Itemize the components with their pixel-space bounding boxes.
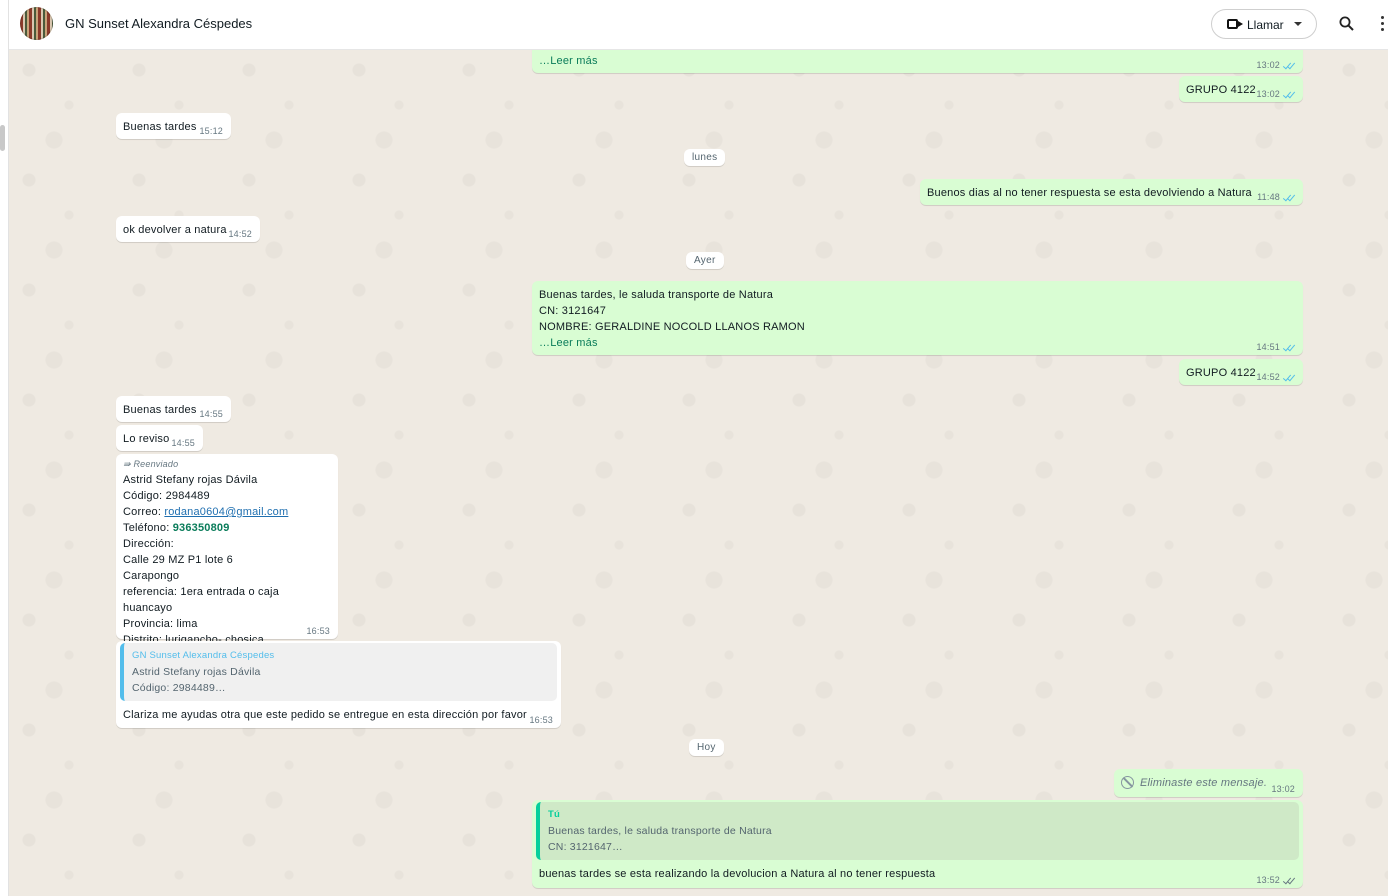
message-outgoing[interactable]: …Leer más 13:02 [532,50,1303,73]
phone-line: Teléfono: 936350809 [123,522,230,534]
read-receipt-icon [1283,193,1295,201]
message-time: 13:02 [1256,89,1295,99]
message-time: 14:51 [1256,342,1295,352]
more-options-icon[interactable] [1379,16,1385,34]
date-divider: Hoy [689,739,724,756]
message-time: 14:55 [171,438,195,448]
chat-area[interactable]: …Leer más 13:02 GRUPO 4122 13:02 Buenas … [9,50,1388,896]
call-button-label: Llamar [1247,18,1284,32]
message-text: Buenas tardes [123,404,197,416]
message-outgoing-deleted[interactable]: Eliminaste este mensaje. 13:02 [1114,769,1303,797]
message-outgoing-reply[interactable]: Tú Buenas tardes, le saluda transporte d… [532,800,1303,888]
call-button[interactable]: Llamar [1211,9,1317,39]
message-incoming-forwarded[interactable]: ⇛ Reenviado Astrid Stefany rojas Dávila … [116,454,338,646]
message-incoming[interactable]: ok devolver a natura 14:52 [116,216,260,242]
forwarded-label: ⇛ Reenviado [123,459,179,469]
search-icon[interactable] [1339,16,1354,31]
message-time: 13:02 [1256,60,1295,70]
chat-header: GN Sunset Alexandra Céspedes Llamar [0,0,1388,50]
message-outgoing[interactable]: Buenas tardes, le saluda transporte de N… [532,281,1303,355]
message-time: 11:48 [1257,192,1295,202]
message-time: 14:52 [228,229,252,239]
quoted-line: Astrid Stefany rojas Dávila [132,666,261,678]
blocked-icon [1121,776,1134,789]
message-time: 14:52 [1256,372,1295,382]
read-receipt-icon [1283,343,1295,351]
read-receipt-icon [1283,61,1295,69]
quoted-line: Buenas tardes, le saluda transporte de N… [548,825,772,837]
message-incoming[interactable]: Lo reviso 14:55 [116,425,203,451]
email-link[interactable]: rodana0604@gmail.com [164,506,288,518]
province-line: Provincia: lima [123,618,198,630]
code-line: Código: 2984489 [123,490,210,502]
date-divider: Ayer [686,252,724,269]
message-outgoing[interactable]: Buenos dias al no tener respuesta se est… [920,179,1303,205]
read-more-link[interactable]: …Leer más [539,53,598,69]
scrollbar[interactable] [0,125,5,151]
message-line: NOMBRE: GERALDINE NOCOLD LLANOS RAMON [539,321,805,333]
read-receipt-icon [1283,90,1295,98]
video-camera-icon [1227,19,1243,29]
message-text: GRUPO 4122 [1186,367,1256,379]
message-text: ok devolver a natura [123,224,227,236]
quoted-author: GN Sunset Alexandra Céspedes [132,650,275,661]
message-time: 15:12 [199,126,223,136]
reference-line: referencia: 1era entrada o caja huancayo [123,586,280,614]
phone-link[interactable]: 936350809 [173,522,230,534]
chevron-down-icon [1294,22,1302,26]
message-time: 13:02 [1271,784,1295,794]
message-incoming-reply[interactable]: GN Sunset Alexandra Céspedes Astrid Stef… [116,641,561,728]
address-line: Carapongo [123,570,180,582]
message-outgoing[interactable]: GRUPO 4122 13:02 [1179,76,1303,102]
date-divider: lunes [684,149,726,166]
address-line: Calle 29 MZ P1 lote 6 [123,554,233,566]
message-incoming[interactable]: Buenas tardes 15:12 [116,113,231,139]
message-text: Clariza me ayudas otra que este pedido s… [123,709,527,721]
message-line: Buenas tardes, le saluda transporte de N… [539,289,774,301]
delivered-receipt-icon [1283,876,1295,884]
message-text: GRUPO 4122 [1186,84,1256,96]
avatar[interactable] [20,7,53,40]
message-time: 16:53 [306,626,330,636]
read-more-link[interactable]: …Leer más [539,335,1296,351]
message-text: buenas tardes se esta realizando la devo… [539,868,936,880]
quoted-message[interactable]: Tú Buenas tardes, le saluda transporte d… [536,802,1299,860]
quoted-line: Código: 2984489… [132,682,226,694]
message-time: 13:52 [1256,875,1295,885]
message-time: 16:53 [529,715,553,725]
contact-name[interactable]: GN Sunset Alexandra Céspedes [65,16,252,31]
quoted-message[interactable]: GN Sunset Alexandra Céspedes Astrid Stef… [120,643,557,701]
forward-icon: ⇛ [123,459,134,469]
message-line: CN: 3121647 [539,305,607,317]
address-label: Dirección: [123,538,174,550]
message-incoming[interactable]: Buenas tardes 14:55 [116,396,231,422]
left-panel-edge [0,0,9,896]
quoted-author: Tú [548,809,561,820]
deleted-message-text: Eliminaste este mensaje. [1140,777,1268,789]
email-line: Correo: rodana0604@gmail.com [123,506,289,518]
message-text: Buenas tardes [123,121,197,133]
message-text: Buenos dias al no tener respuesta se est… [927,187,1252,199]
quoted-line: CN: 3121647… [548,841,623,853]
contact-name-line: Astrid Stefany rojas Dávila [123,474,258,486]
message-time: 14:55 [199,409,223,419]
read-receipt-icon [1283,373,1295,381]
message-text: Lo reviso [123,433,170,445]
message-outgoing[interactable]: GRUPO 4122 14:52 [1179,359,1303,385]
